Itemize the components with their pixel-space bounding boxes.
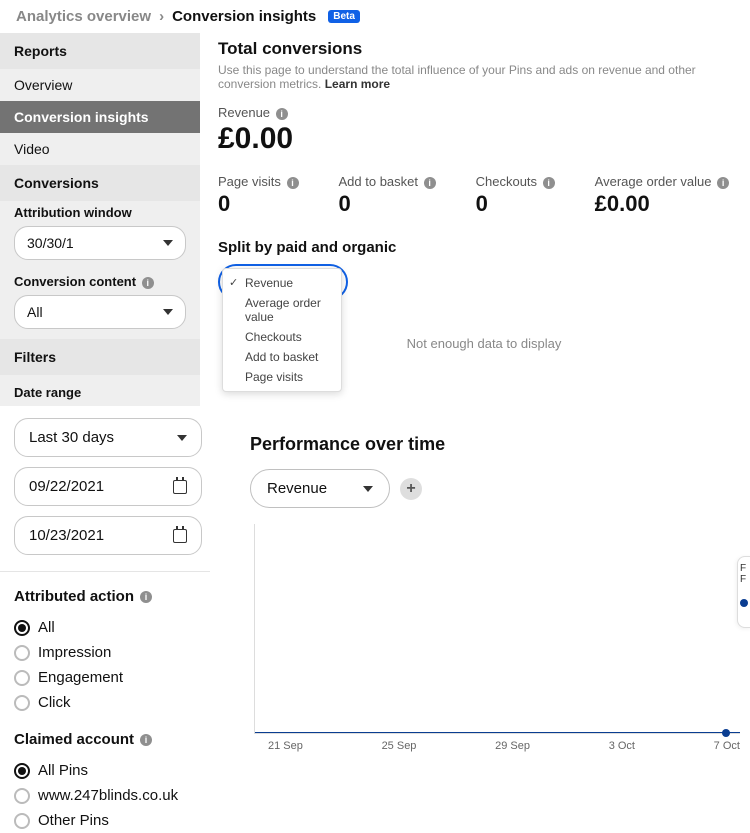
sidebar-filters-header: Filters [0,339,200,375]
revenue-value: £0.00 [218,122,750,156]
dropdown-option-page-visits[interactable]: Page visits [223,367,341,387]
x-tick: 7 Oct [714,740,740,752]
chevron-down-icon [163,240,173,246]
radio-claimed-all-pins[interactable]: All Pins [14,758,202,783]
calendar-icon [173,529,187,543]
conversion-content-label: Conversion content i [14,274,186,289]
performance-panel: Performance over time Revenue + 21 Sep 2… [210,406,750,833]
performance-metric-select[interactable]: Revenue [250,469,390,508]
metrics-row: Page visits i 0 Add to basket i 0 Checko… [218,174,750,217]
main-content: Total conversions Use this page to under… [200,33,750,406]
info-icon: i [142,277,154,289]
info-icon: i [276,108,288,120]
breadcrumb: Analytics overview › Conversion insights… [0,0,750,33]
date-range-preset-select[interactable]: Last 30 days [14,418,202,457]
metric-label: Add to basket [339,174,419,189]
date-range-label: Date range [0,375,200,406]
dropdown-option-aov[interactable]: Average order value [223,293,341,327]
dropdown-option-revenue[interactable]: Revenue [223,273,341,293]
chevron-down-icon [177,435,187,441]
conversion-content-value: All [27,304,43,320]
radio-icon [14,670,30,686]
sidebar-reports-header: Reports [0,33,200,69]
radio-icon [14,695,30,711]
info-icon: i [543,177,555,189]
date-start-input[interactable]: 09/22/2021 [14,467,202,506]
attributed-action-heading: Attributed action [14,588,134,605]
x-tick: 29 Sep [495,740,530,752]
page-subtext: Use this page to understand the total in… [218,63,750,91]
radio-claimed-domain[interactable]: www.247blinds.co.uk [14,783,202,808]
radio-attributed-engagement[interactable]: Engagement [14,665,202,690]
attribution-window-label: Attribution window [14,205,186,220]
sidebar-item-video[interactable]: Video [0,133,200,165]
metric-label: Checkouts [476,174,537,189]
chevron-down-icon [163,309,173,315]
dropdown-option-checkouts[interactable]: Checkouts [223,327,341,347]
breadcrumb-current: Conversion insights [172,8,316,25]
sidebar: Reports Overview Conversion insights Vid… [0,33,200,406]
sidebar-conversions-header: Conversions [0,165,200,201]
radio-icon [14,788,30,804]
breadcrumb-parent[interactable]: Analytics overview [16,8,151,25]
radio-icon [14,763,30,779]
attribution-window-select[interactable]: 30/30/1 [14,226,186,260]
metric-label: Page visits [218,174,281,189]
revenue-label: Revenue [218,105,270,120]
performance-chart [254,524,740,734]
chevron-down-icon [363,486,373,492]
metric-value: 0 [218,191,299,217]
radio-icon [14,813,30,829]
date-end-input[interactable]: 10/23/2021 [14,516,202,555]
split-dropdown-menu: Revenue Average order value Checkouts Ad… [222,268,342,392]
add-metric-button[interactable]: + [400,478,422,500]
split-metric-dropdown[interactable]: Revenue Average order value Checkouts Ad… [218,264,348,300]
metric-value: 0 [476,191,555,217]
legend-peek: FF [737,556,750,628]
chart-x-axis: 21 Sep 25 Sep 29 Sep 3 Oct 7 Oct [250,734,750,752]
chart-data-point [722,729,730,737]
claimed-account-heading: Claimed account [14,731,134,748]
beta-badge: Beta [328,10,360,23]
radio-attributed-click[interactable]: Click [14,690,202,715]
total-conversions-title: Total conversions [218,39,750,59]
x-tick: 25 Sep [382,740,417,752]
chart-series-line [255,732,740,733]
radio-claimed-other[interactable]: Other Pins [14,808,202,833]
dropdown-option-add-to-basket[interactable]: Add to basket [223,347,341,367]
conversion-content-select[interactable]: All [14,295,186,329]
legend-dot-icon [740,599,748,607]
metric-label: Average order value [595,174,712,189]
calendar-icon [173,480,187,494]
info-icon: i [287,177,299,189]
filters-column: Last 30 days 09/22/2021 10/23/2021 Attri… [0,406,210,833]
metric-value: £0.00 [595,191,729,217]
info-icon: i [140,734,152,746]
info-icon: i [424,177,436,189]
sidebar-item-conversion-insights[interactable]: Conversion insights [0,101,200,133]
radio-icon [14,620,30,636]
attribution-window-value: 30/30/1 [27,235,74,251]
split-title: Split by paid and organic [218,239,750,256]
x-tick: 21 Sep [268,740,303,752]
x-tick: 3 Oct [609,740,635,752]
info-icon: i [717,177,729,189]
plus-icon: + [406,480,415,498]
radio-attributed-all[interactable]: All [14,615,202,640]
radio-attributed-impression[interactable]: Impression [14,640,202,665]
learn-more-link[interactable]: Learn more [325,77,390,91]
chevron-right-icon: › [159,8,164,25]
performance-title: Performance over time [250,434,750,455]
metric-value: 0 [339,191,436,217]
info-icon: i [140,591,152,603]
sidebar-item-overview[interactable]: Overview [0,69,200,101]
radio-icon [14,645,30,661]
